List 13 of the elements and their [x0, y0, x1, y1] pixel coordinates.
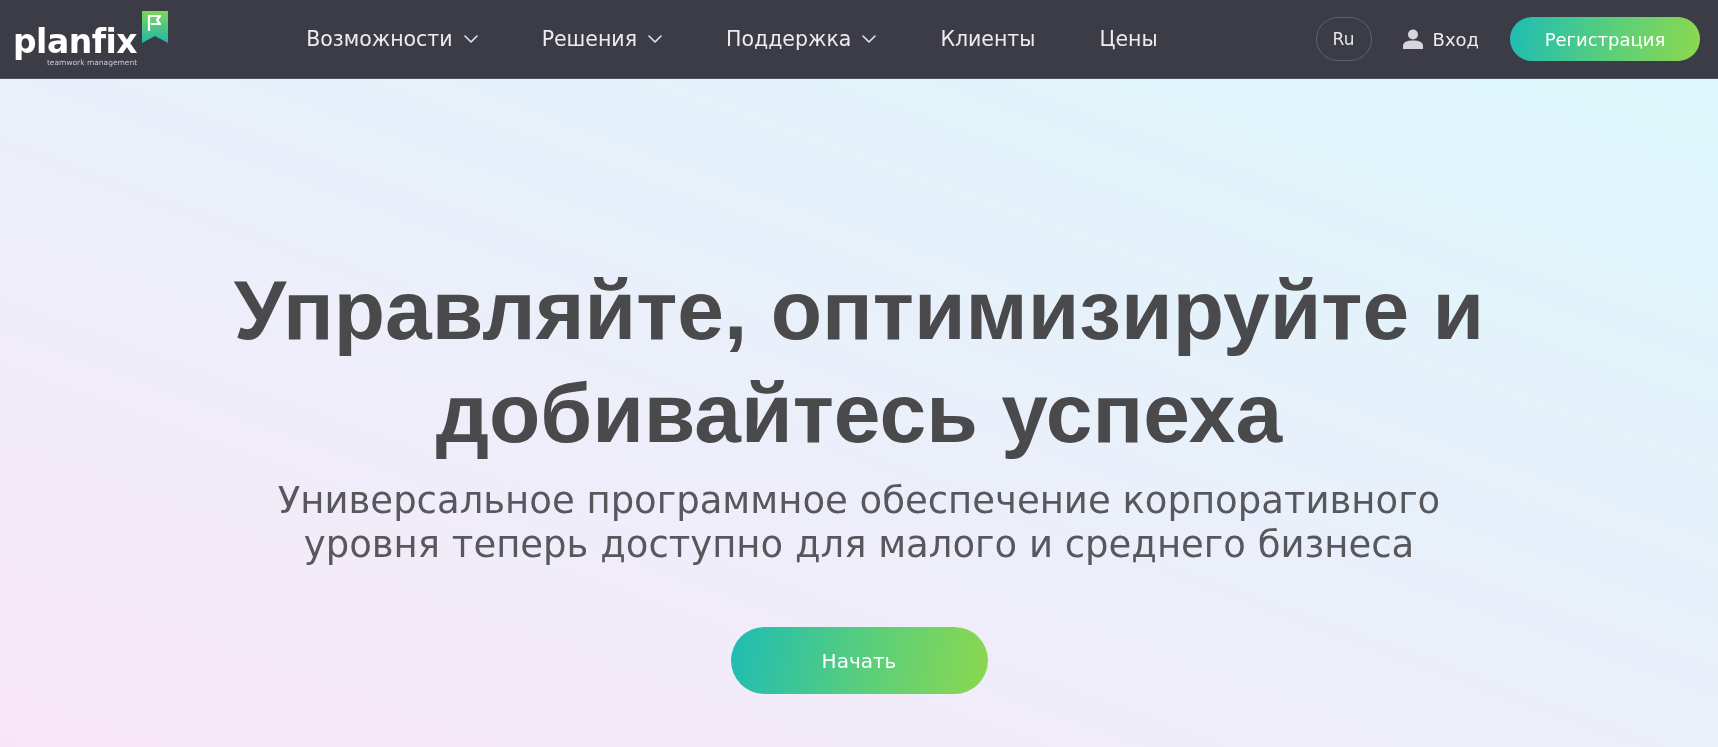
chevron-down-icon	[463, 35, 478, 43]
user-icon	[1402, 29, 1423, 49]
nav-link[interactable]: Цены	[1099, 27, 1158, 51]
chevron-down-icon	[862, 35, 877, 43]
nav-link[interactable]: Возможности	[306, 27, 478, 51]
flag-icon	[142, 11, 169, 43]
chevron-down-icon	[648, 35, 663, 43]
nav-link[interactable]: Решения	[541, 27, 663, 51]
login-link[interactable]: Вход	[1402, 28, 1479, 50]
nav-link[interactable]: Клиенты	[940, 27, 1036, 51]
hero-title: Управляйте, оптимизируйте и добивайтесь успеха	[232, 262, 1486, 462]
hero-subtitle: Универсальное программное обеспечение корпоративного уровня теперь доступно для малого и среднего бизнеса	[276, 479, 1442, 567]
nav-link[interactable]: Поддержка	[726, 27, 877, 51]
